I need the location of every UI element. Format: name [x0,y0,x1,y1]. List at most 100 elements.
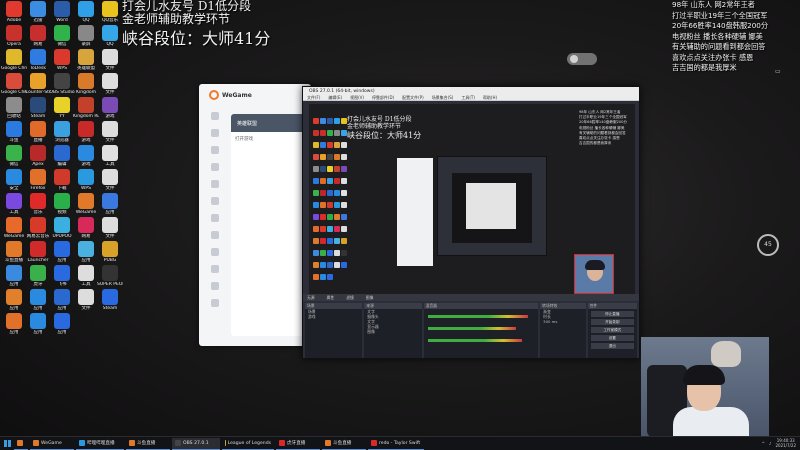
app-icon [78,25,94,41]
sidebar-icon[interactable] [211,146,219,154]
desktop-icon-label: Google Chrome [1,66,27,71]
desktop-icon-label: 音乐 [33,210,43,215]
overlay-right-line: 喜欢点点关注办张卡 感恩 [672,52,754,62]
preview-rank: 峡谷段位：大师41分 [347,131,422,140]
sidebar-icon[interactable] [211,214,219,222]
app-icon [78,121,94,137]
app-icon [78,217,94,233]
floating-ball-widget[interactable]: 45 [757,234,779,256]
wegame-launch-text[interactable]: 打开游戏 [231,132,307,146]
windows-icon [3,440,11,447]
exit-button[interactable]: 退出 [590,343,634,349]
menu-item[interactable]: 编辑(E) [328,95,342,100]
start-recording-button[interactable]: 开始录制 [590,319,634,325]
sidebar-icon[interactable] [211,248,219,256]
preview-icon [327,250,333,256]
taskbar-app-label: 斗鱼直播 [137,441,156,446]
notification-toggle[interactable] [567,53,597,65]
desktop-icon-label: 浏览器 [55,138,69,143]
menu-item[interactable]: 帮助(H) [483,95,497,100]
tray-arrow-icon[interactable]: ^ [762,441,765,446]
menu-item[interactable]: 工具(T) [461,95,475,100]
overlay-right-line: 打过半职业19年三个全国冠军 [672,10,768,20]
audio-mixer-dock[interactable]: 混音器 [423,303,539,358]
settings-button[interactable]: 设置 [590,335,634,341]
menu-item[interactable]: 视图(V) [350,95,364,100]
taskbar-app[interactable]: League of Legends [222,438,274,450]
wegame-sidebar[interactable] [205,112,225,316]
sidebar-icon[interactable] [211,197,219,205]
preview-icon [341,154,347,160]
app-icon [6,25,22,41]
obs-preview[interactable]: 打会儿水友号 D1低分段 金老师辅助教学环节 峡谷段位：大师41分 98年 山东… [309,104,635,294]
desktop-icon[interactable]: 应用 [1,313,27,341]
preview-icon [327,262,333,268]
volume-icon[interactable]: ♪ [769,441,772,446]
taskbar-app[interactable]: 哔哩哔哩直播 [76,438,124,450]
app-icon [78,289,94,305]
duration-value[interactable]: 300 ms [540,319,585,324]
preview-right-line: 吉吉国的都是我厚米 [579,141,612,146]
desktop-icon[interactable]: 应用 [49,313,75,341]
sidebar-icon[interactable] [211,282,219,290]
preview-icon [341,262,347,268]
desktop-icon[interactable]: 文件 [73,289,99,317]
audio-meter [427,339,522,342]
desktop-icon-label: ToDesk [30,66,46,71]
start-button[interactable] [0,437,14,450]
app-icon [6,313,22,329]
clock[interactable]: 19:40:33 2021/7/22 [775,438,796,449]
preview-webcam [574,254,614,294]
sidebar-icon[interactable] [211,180,219,188]
menu-item[interactable]: 停靠部件(D) [372,95,394,100]
menu-item[interactable]: 配置文件(P) [402,95,424,100]
menu-item[interactable]: 场景集合(S) [432,95,454,100]
properties-button[interactable]: 属性 [327,295,335,301]
menu-item[interactable]: 文件(F) [307,95,320,100]
controls-dock[interactable]: 控件 停止直播 开始录制 工作室模式 设置 退出 [587,303,637,358]
preview-icon [334,178,340,184]
filters-button[interactable]: 滤镜 [346,295,354,301]
sidebar-icon[interactable] [211,231,219,239]
desktop-icon-label: 应用 [9,282,19,287]
desktop-icon[interactable]: Steam [97,289,123,317]
preview-nested-obs [437,156,547,256]
desktop-icon-label: 文件 [81,306,91,311]
preview-icon [320,238,326,244]
desktop-icon-label: 文件 [105,234,115,239]
app-icon [30,25,46,41]
app-icon [54,121,70,137]
app-icon [54,97,70,113]
desktop-icon-label: 文件 [105,138,115,143]
sidebar-icon[interactable] [211,163,219,171]
taskbar-app[interactable]: 斗鱼直播 [126,438,170,450]
desktop-icon[interactable]: 应用 [25,313,51,341]
wegame-window[interactable]: WeGame 英雄联盟 打开游戏 [199,84,311,346]
sidebar-icon[interactable] [211,265,219,273]
taskbar-app[interactable]: 斗鱼直播 [322,438,366,450]
preview-icon [341,214,347,220]
preview-icon [320,190,326,196]
taskbar-app[interactable]: WeGame [30,438,74,450]
scene-item[interactable]: 游戏 [305,314,362,319]
sidebar-icon[interactable] [211,112,219,120]
preview-hair [585,260,605,270]
stop-streaming-button[interactable]: 停止直播 [590,311,634,317]
taskbar-app[interactable] [14,438,28,450]
sidebar-icon[interactable] [211,129,219,137]
app-icon [78,169,94,185]
taskbar-app[interactable]: 虎牙直播 [276,438,320,450]
taskbar-app[interactable]: redo - Taylor Swift [368,438,424,450]
sources-dock[interactable]: 来源 文字 摄像头 文字 显示器 图像 [364,303,422,358]
taskbar-app[interactable]: OBS 27.0.1 [172,437,220,450]
transitions-dock[interactable]: 转场特效 渐变 时长 300 ms [540,303,586,358]
obs-window[interactable]: OBS 27.0.1 (64-bit, windows) 文件(F) 编辑(E)… [302,86,640,359]
scenes-dock[interactable]: 场景 场景 游戏 [305,303,363,358]
tray-popup-icon[interactable]: ▭ [775,68,781,75]
studio-mode-button[interactable]: 工作室模式 [590,327,634,333]
sidebar-icon[interactable] [211,299,219,307]
preview-icon [320,226,326,232]
preview-icon [327,130,333,136]
source-item[interactable]: 图像 [364,329,421,334]
desktop-icon-label: 飞书 [57,282,67,287]
